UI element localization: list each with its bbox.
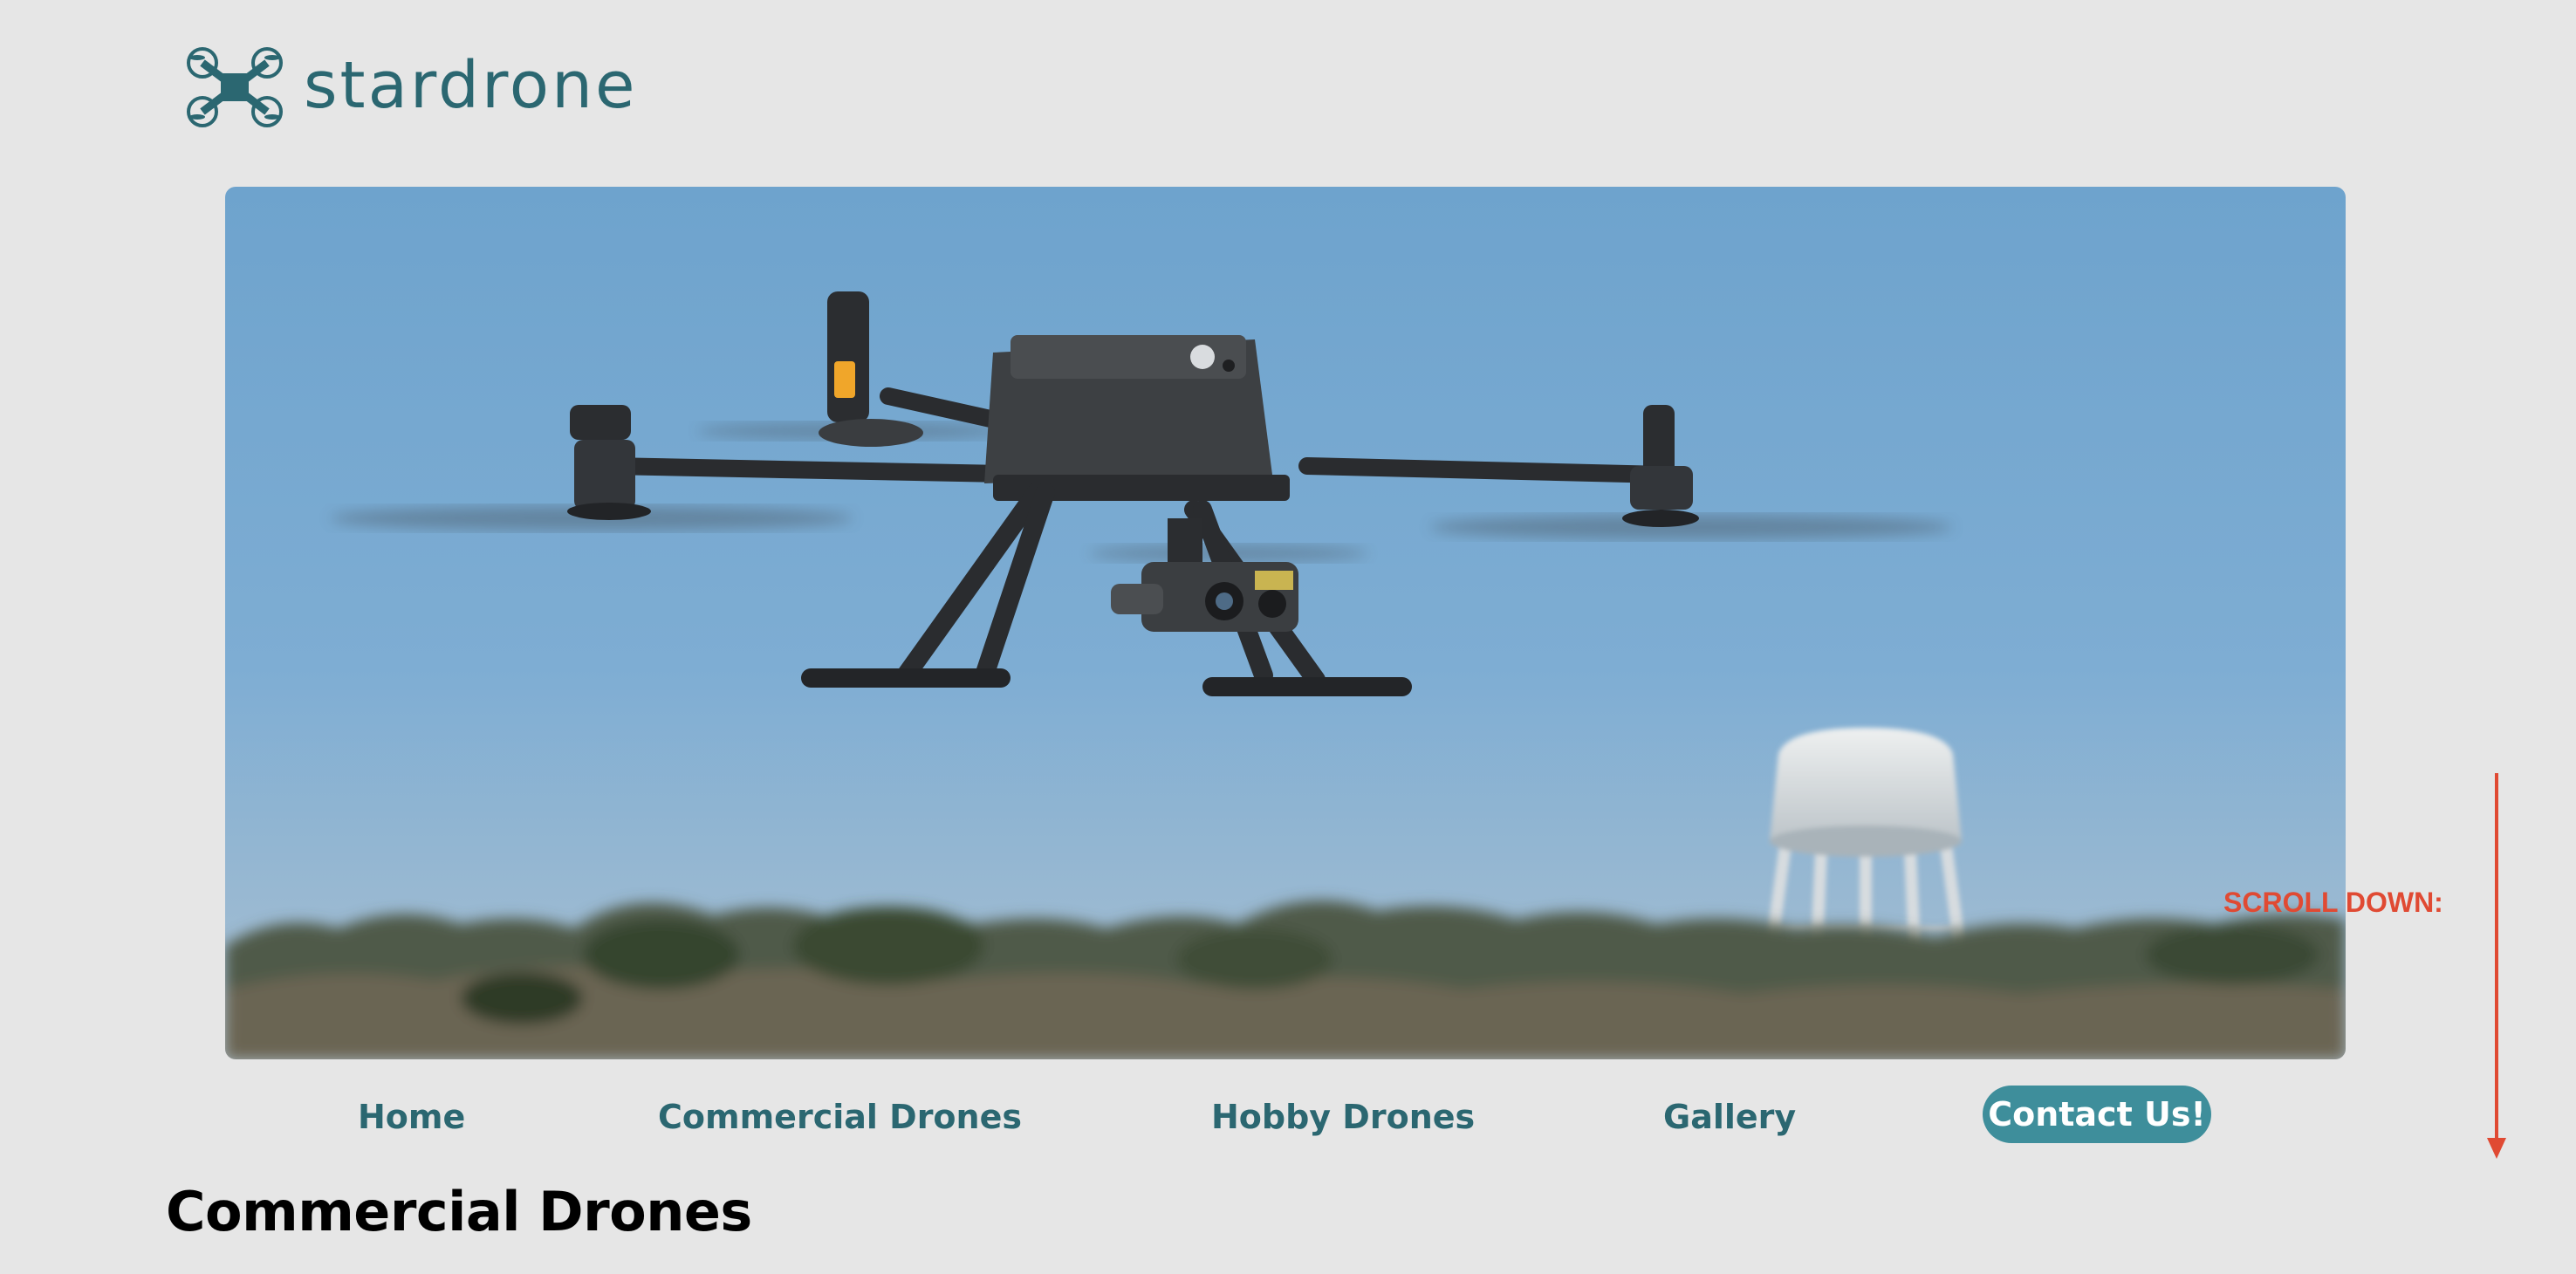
hero-image	[225, 187, 2346, 1059]
brand-name: stardrone	[304, 48, 638, 123]
page-title: Commercial Drones	[166, 1180, 752, 1243]
scroll-down-label: SCROLL DOWN:	[2223, 887, 2443, 918]
nav-hobby-drones[interactable]: Hobby Drones	[1211, 1098, 1475, 1136]
contact-us-button[interactable]: Contact Us!	[1983, 1086, 2211, 1143]
quadcopter-icon	[185, 45, 284, 129]
down-arrow-icon	[2484, 773, 2510, 1161]
nav-gallery[interactable]: Gallery	[1663, 1098, 1796, 1136]
nav-commercial-drones[interactable]: Commercial Drones	[658, 1098, 1022, 1136]
brand-logo[interactable]: stardrone	[185, 44, 638, 131]
nav-home[interactable]: Home	[358, 1098, 465, 1136]
